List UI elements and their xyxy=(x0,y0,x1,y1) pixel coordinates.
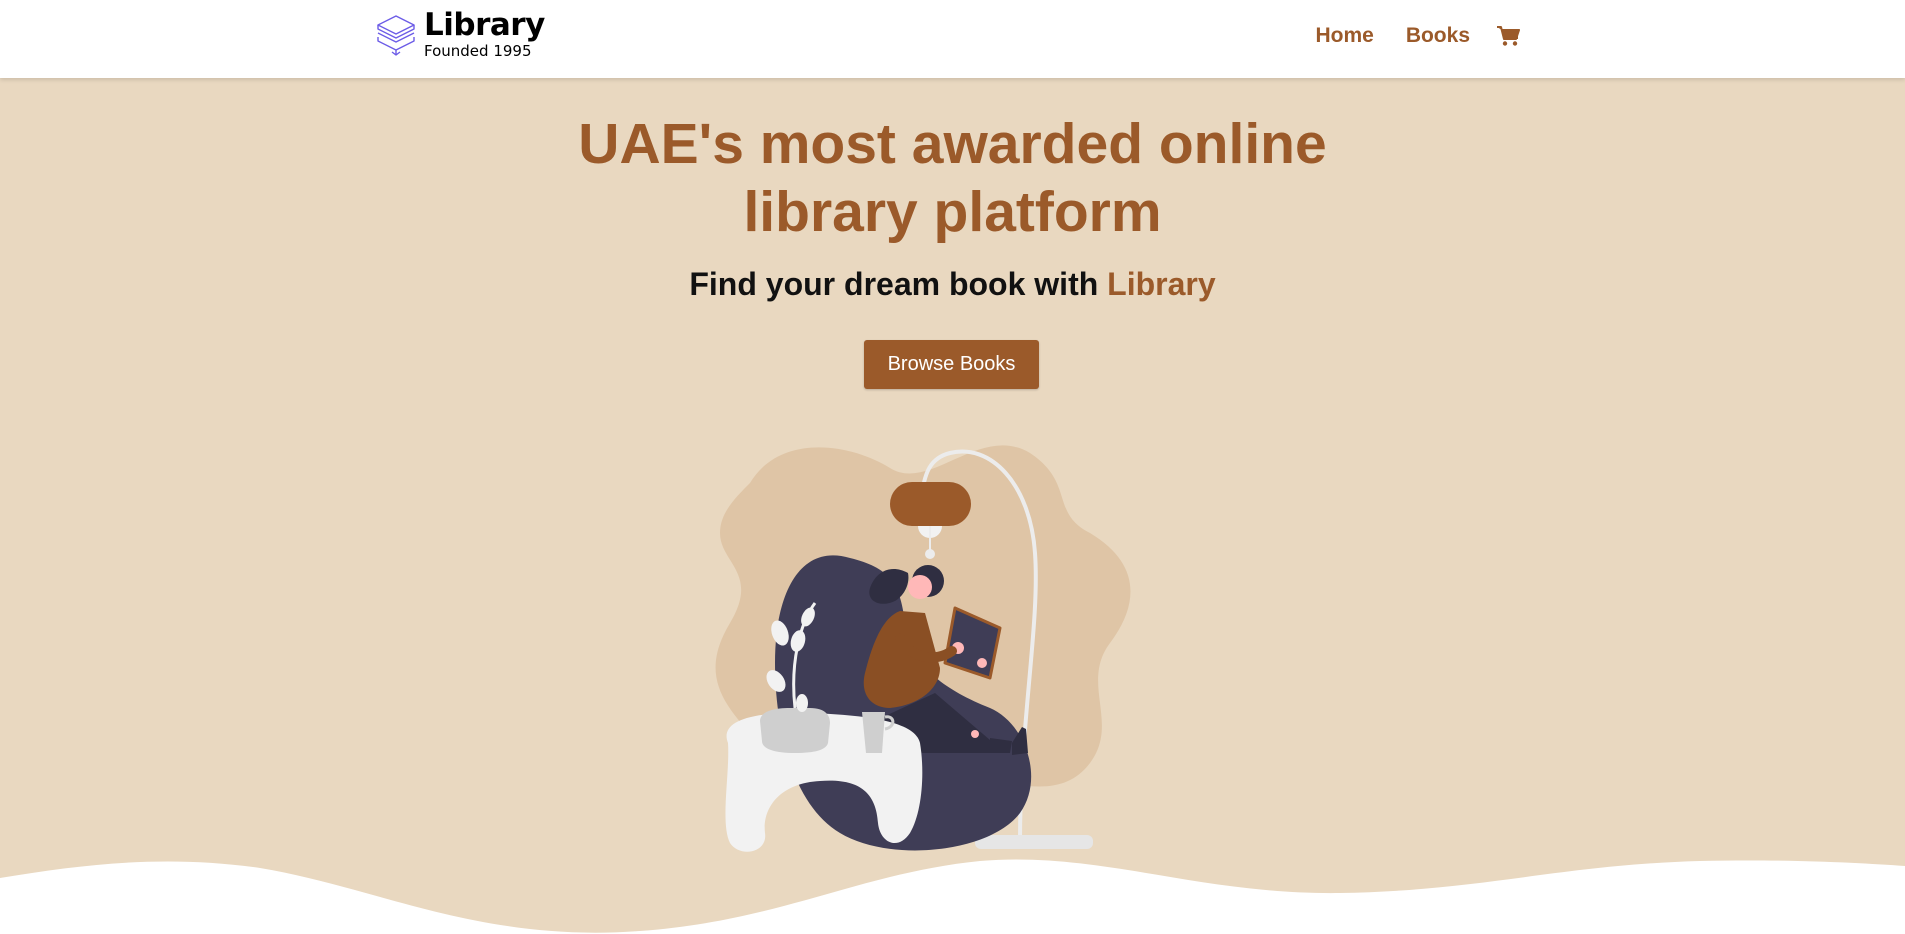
stacked-books-icon xyxy=(377,15,415,56)
headline-line-1: UAE's most awarded online xyxy=(578,112,1327,176)
subtitle-brand: Library xyxy=(1107,266,1216,302)
hero-headline: UAE's most awarded online library platfo… xyxy=(0,110,1905,246)
cup xyxy=(862,712,885,753)
headline-line-2: library platform xyxy=(743,180,1162,244)
lamp-shade xyxy=(890,482,971,526)
cart-icon[interactable] xyxy=(1496,25,1520,47)
hero-subtitle: Find your dream book with Library xyxy=(0,266,1905,303)
brand-name: Library xyxy=(424,7,545,43)
nav-home-link[interactable]: Home xyxy=(1315,24,1373,48)
plant-pot xyxy=(760,708,830,753)
brand-tagline: Founded 1995 xyxy=(424,42,532,60)
bottom-wave xyxy=(0,859,1905,934)
nav-books-link[interactable]: Books xyxy=(1406,24,1470,48)
subtitle-prefix: Find your dream book with xyxy=(689,266,1108,302)
hero-section: UAE's most awarded online library platfo… xyxy=(0,78,1905,934)
brand-text: Library Founded 1995 xyxy=(424,8,545,60)
browse-books-button[interactable]: Browse Books xyxy=(864,340,1039,389)
brand-logo[interactable]: Library Founded 1995 xyxy=(374,8,545,60)
main-nav: Home Books xyxy=(1283,24,1520,48)
top-navbar: Library Founded 1995 Home Books xyxy=(0,0,1905,78)
